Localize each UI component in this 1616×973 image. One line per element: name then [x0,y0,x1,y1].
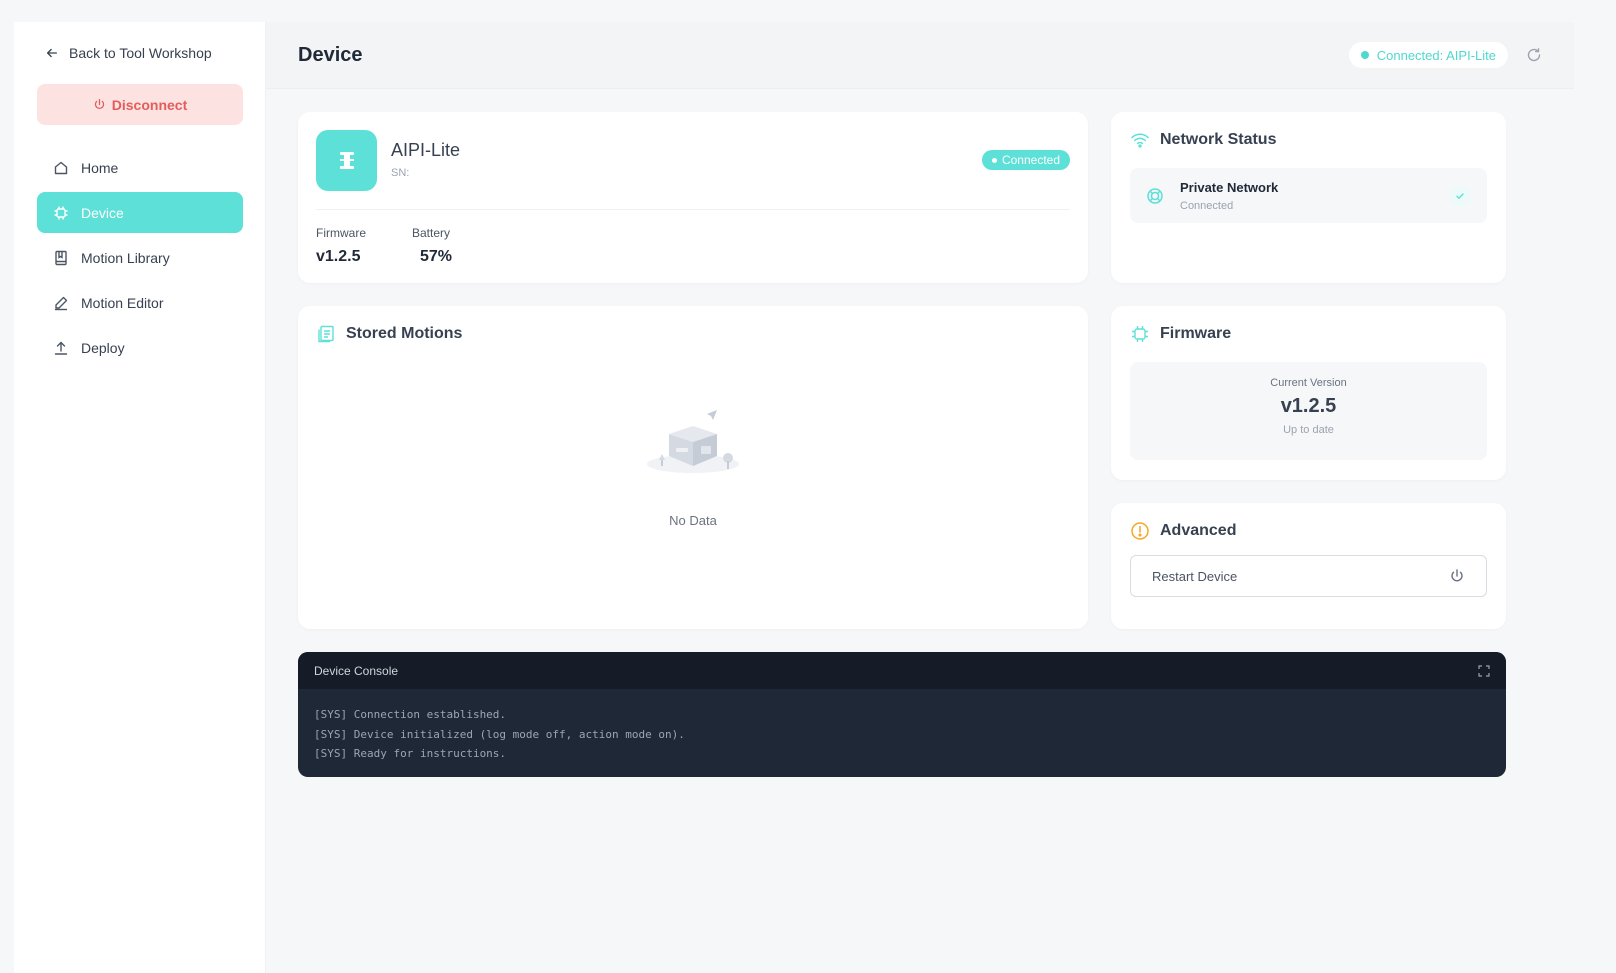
firmware-title: Firmware [1130,324,1487,344]
console-output: [SYS] Connection established. [SYS] Devi… [298,689,1506,764]
main-content: Device Connected: AIPI-Lite AIPI-Lite SN… [266,22,1574,973]
sidebar-item-label: Home [81,159,119,176]
sidebar-item-deploy[interactable]: Deploy [37,327,243,368]
top-bar: Device Connected: AIPI-Lite [266,22,1574,89]
network-status-card: Network Status Private Network Connected [1111,112,1506,283]
advanced-title: Advanced [1130,521,1487,541]
check-icon [1456,192,1464,199]
chip-icon [54,206,68,219]
pen-icon [55,296,68,310]
console-line: [SYS] Connection established. [314,708,507,721]
power-icon [94,98,104,110]
chip-icon [1132,326,1148,342]
status-dot-icon [991,157,997,163]
stored-motions-card: Stored Motions No Data [298,306,1088,629]
card-title-text: Firmware [1160,325,1232,342]
card-title-text: Advanced [1160,522,1237,539]
sidebar: Back to Tool Workshop Disconnect Home De… [14,22,266,973]
restart-device-button[interactable]: Restart Device [1130,555,1487,597]
app-window: Back to Tool Workshop Disconnect Home De… [14,22,1574,973]
disconnect-label: Disconnect [111,96,188,113]
home-icon [54,161,68,174]
firmware-version-box: Current Version v1.2.5 Up to date [1130,362,1487,460]
firmware-current-label: Current Version [1270,377,1347,389]
sidebar-nav: Home Device Motion Library Motion Editor… [37,147,243,368]
status-dot-icon [1360,51,1369,59]
network-ring-icon [1147,187,1163,204]
documents-icon [318,325,334,343]
connection-status-text: Connected: AIPI-Lite [1376,47,1496,63]
card-title-text: Network Status [1160,131,1277,148]
console-line: [SYS] Device initialized (log mode off, … [314,727,685,741]
firmware-stat-value: v1.2.5 [316,248,361,265]
device-serial: SN: [391,167,410,179]
status-badge: Connected [981,150,1070,170]
empty-state: No Data [298,406,1088,528]
status-badge-label: Connected [1001,153,1060,167]
console-line: [SYS] Ready for instructions. [314,747,507,760]
firmware-stat-label: Firmware [316,226,366,240]
page-title: Device [298,43,363,66]
sidebar-item-motion-editor[interactable]: Motion Editor [37,282,243,323]
top-bar-actions: Connected: AIPI-Lite [1348,42,1542,68]
sidebar-item-label: Deploy [81,339,125,356]
console-header: Device Console [298,652,1506,689]
firmware-stat: Firmware v1.2.5 [316,226,366,266]
firmware-version: v1.2.5 [1280,395,1337,417]
sidebar-item-home[interactable]: Home [37,147,243,188]
sidebar-item-label: Motion Editor [81,294,164,311]
check-circle [1449,184,1471,207]
divider [316,209,1070,210]
warning-icon [1131,522,1149,540]
expand-icon[interactable] [1478,664,1490,677]
firmware-status: Up to date [1283,424,1334,436]
battery-stat-value: 57% [420,248,453,265]
device-avatar [316,130,377,191]
network-item[interactable]: Private Network Connected [1130,168,1487,223]
network-state: Connected [1180,199,1234,212]
card-title-text: Stored Motions [346,325,463,342]
device-glyph-icon [339,151,354,169]
sidebar-item-label: Motion Library [81,249,170,266]
console-title: Device Console [314,663,399,678]
empty-box-icon [647,410,739,473]
network-info: Private Network Connected [1180,180,1278,212]
device-header: AIPI-Lite SN: Connected [316,130,1070,191]
sidebar-item-label: Device [81,204,124,221]
restart-device-label: Restart Device [1152,568,1238,584]
upload-icon [54,341,68,355]
network-name: Private Network [1180,179,1279,195]
sidebar-item-device[interactable]: Device [37,192,243,233]
refresh-icon[interactable] [1526,47,1542,63]
firmware-card: Firmware Current Version v1.2.5 Up to da… [1111,306,1506,480]
arrow-left-icon [46,48,58,58]
device-card: AIPI-Lite SN: Connected Firmware v1.2.5 … [298,112,1088,283]
device-stats: Firmware v1.2.5 Battery 57% [316,226,1070,266]
book-icon [55,250,67,265]
wifi-icon [1131,133,1149,148]
disconnect-button[interactable]: Disconnect [37,84,243,125]
back-to-workshop-link[interactable]: Back to Tool Workshop [37,42,242,64]
network-status-title: Network Status [1130,130,1487,150]
battery-stat-label: Battery [412,226,451,240]
empty-state-text: No Data [669,513,717,528]
connection-status-pill: Connected: AIPI-Lite [1348,42,1508,68]
device-meta: AIPI-Lite SN: [391,140,460,179]
back-link-label: Back to Tool Workshop [69,45,212,61]
stored-motions-title: Stored Motions [316,324,1070,344]
device-console: Device Console [SYS] Connection establis… [298,652,1506,777]
advanced-card: Advanced Restart Device [1111,503,1506,629]
power-icon [1451,569,1463,582]
device-name: AIPI-Lite [391,140,461,160]
sidebar-item-motion-library[interactable]: Motion Library [37,237,243,278]
battery-stat: Battery 57% [412,226,452,266]
